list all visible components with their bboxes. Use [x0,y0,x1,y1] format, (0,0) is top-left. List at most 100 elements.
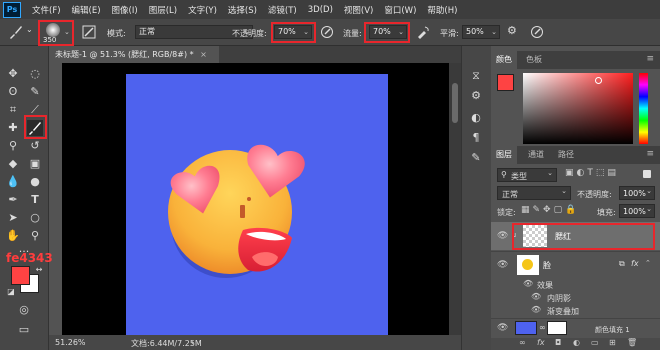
scrollbar-thumb[interactable] [452,83,458,123]
document-tab[interactable]: 未标题-1 @ 51.3% (腮红, RGB/8#) * × [49,46,219,63]
swap-colors-icon[interactable]: ↔ [31,262,47,278]
chevron-down-icon[interactable]: ⌃ [645,259,651,267]
lock-icons[interactable]: ▦✎✥▢🔒 [521,205,579,215]
status-arrow-icon[interactable]: › [191,338,194,347]
menu-image[interactable]: 图像(I) [112,4,138,16]
add-mask-icon[interactable]: ◘ [555,338,561,347]
menu-edit[interactable]: 编辑(E) [72,4,101,16]
effects-row[interactable]: 👁 效果 [491,278,660,291]
brush-tool-icon[interactable] [8,24,24,43]
layer-blend-dropdown[interactable]: 正常 ⌄ [497,186,571,200]
layer-filter-value: 类型 [511,172,527,181]
new-group-icon[interactable]: ▭ [591,338,599,347]
fx-icon[interactable]: fx [537,338,545,347]
color-picker-cursor[interactable] [595,77,602,84]
app-logo[interactable]: Ps [3,1,21,18]
history-panel-icon[interactable]: ⧖ [468,68,484,84]
properties-panel-icon[interactable]: ⚙ [468,88,484,104]
zoom-tool-icon[interactable]: ⚲ [27,228,43,244]
close-icon[interactable]: × [200,50,207,59]
layer-row-color-fill[interactable]: 👁 ∞ 颜色填充 1 [491,318,660,338]
brush-settings-icon[interactable] [82,25,96,42]
new-layer-icon[interactable]: ⊞ [609,338,616,347]
lasso-tool-icon[interactable]: ʘ [5,84,21,100]
vertical-scrollbar[interactable] [449,63,461,350]
hue-slider[interactable] [639,73,648,144]
layer-filter-dropdown[interactable]: ⚲ 类型 ⌄ [497,168,557,182]
effect-name: 渐变叠加 [547,307,579,316]
brush-panel-icon[interactable]: ✎ [468,150,484,166]
smoothing-field[interactable]: 50% ⌄ [462,25,500,39]
clone-stamp-tool-icon[interactable]: ⚲ [5,138,21,154]
move-tool-icon[interactable]: ✥ [5,66,21,82]
fill-field[interactable]: 100% ⌄ [619,204,655,218]
link-layers-icon[interactable]: ∞ [519,338,526,347]
adjustments-panel-icon[interactable]: ◐ [468,110,484,126]
quick-select-tool-icon[interactable]: ✎ [27,84,43,100]
type-tool-icon[interactable]: T [27,192,43,208]
history-brush-tool-icon[interactable]: ↺ [27,138,43,154]
menu-select[interactable]: 选择(S) [228,4,257,16]
pen-tool-icon[interactable]: ✒ [5,192,21,208]
face-thumbnail-circle [522,259,533,270]
tab-color[interactable]: 颜色 [491,51,517,69]
zoom-level[interactable]: 51.26% [55,338,86,347]
adjustment-layer-icon[interactable]: ◐ [573,338,580,347]
color-field[interactable] [523,73,633,144]
trash-icon[interactable]: 🗑 [627,338,637,347]
eye-icon[interactable]: 👁 [497,231,508,241]
menu-type[interactable]: 文字(Y) [188,4,217,16]
artboard[interactable] [126,74,388,335]
ellipse-tool-icon[interactable]: ○ [27,210,43,226]
healing-brush-tool-icon[interactable]: ✚ [5,120,21,136]
menu-help[interactable]: 帮助(H) [427,4,457,16]
quick-mask-icon[interactable]: ◎ [16,302,32,318]
mode-value: 正常 [139,27,155,36]
color-panel-fg-swatch[interactable] [497,74,514,91]
tab-layers[interactable]: 图层 [491,146,517,164]
foreground-color-swatch[interactable] [11,266,30,285]
panel-menu-icon[interactable]: ≡ [646,54,654,64]
eye-icon[interactable]: 👁 [531,292,541,301]
highlight-box [24,115,47,139]
eye-icon[interactable]: 👁 [531,305,541,314]
pressure-size-icon[interactable] [530,25,544,42]
eye-icon[interactable]: 👁 [523,279,533,288]
tool-preset-chevron-icon[interactable]: ⌄ [26,25,33,34]
tab-paths[interactable]: 路径 [553,146,579,164]
hand-tool-icon[interactable]: ✋ [5,228,21,244]
eye-icon[interactable]: 👁 [497,260,508,270]
highlight-box [271,22,316,43]
marquee-tool-icon[interactable]: ◌ [27,66,43,82]
paragraph-panel-icon[interactable]: ¶ [468,130,484,146]
screen-mode-icon[interactable]: ▭ [16,322,32,338]
gear-icon[interactable]: ⚙ [507,24,517,37]
path-select-tool-icon[interactable]: ➤ [5,210,21,226]
menu-filter[interactable]: 滤镜(T) [268,4,297,16]
menu-file[interactable]: 文件(F) [32,4,61,16]
eye-icon[interactable]: 👁 [497,323,508,333]
options-bar: ⌄ 350 ⌄ 模式: 正常 ⌄ 不透明度: 70% ⌄ 流量: 70% ⌄ 平… [0,19,660,46]
menu-3d[interactable]: 3D(D) [308,5,333,15]
blur-tool-icon[interactable]: 💧 [5,174,21,190]
layer-filter-icons[interactable]: ▣◐T⬚▤ [565,168,619,178]
tab-channels[interactable]: 通道 [523,146,549,164]
eraser-tool-icon[interactable]: ◆ [5,156,21,172]
fx-label[interactable]: fx [631,259,639,268]
effect-inner-shadow-row[interactable]: 👁 内阴影 [491,291,660,304]
gradient-tool-icon[interactable]: ▣ [27,156,43,172]
layer-opacity-field[interactable]: 100% ⌄ [619,186,655,200]
menu-view[interactable]: 视图(V) [344,4,373,16]
default-colors-icon[interactable]: ◪ [3,284,19,300]
layer-row-face[interactable]: 👁 脸 ⧉ fx ⌃ [491,251,660,278]
panel-menu-icon[interactable]: ≡ [646,149,654,159]
crop-tool-icon[interactable]: ⌗ [5,102,21,118]
menu-layer[interactable]: 图层(L) [149,4,177,16]
effect-gradient-overlay-row[interactable]: 👁 渐变叠加 [491,304,660,317]
airbrush-icon[interactable] [416,25,430,42]
tab-swatches[interactable]: 色板 [521,51,547,69]
filter-toggle[interactable] [643,170,651,178]
dodge-tool-icon[interactable]: ● [27,174,43,190]
menu-window[interactable]: 窗口(W) [384,4,416,16]
pressure-opacity-icon[interactable] [320,25,334,42]
